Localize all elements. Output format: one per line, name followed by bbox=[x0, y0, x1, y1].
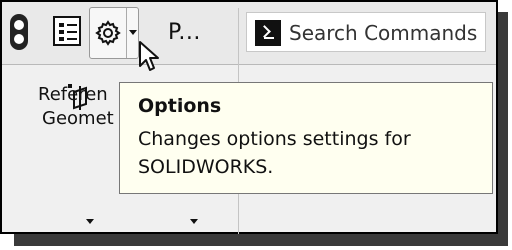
search-commands-field[interactable]: Search Commands bbox=[246, 12, 486, 52]
solidworks-window: P... Search Commands Referen Geomet Opti… bbox=[0, 0, 498, 234]
gear-icon bbox=[95, 20, 121, 46]
tooltip-description: Changes options settings for SOLIDWORKS. bbox=[138, 128, 411, 178]
tooltip-title: Options bbox=[138, 95, 222, 117]
terminal-icon bbox=[255, 20, 281, 46]
top-toolbar: P... Search Commands bbox=[2, 2, 496, 65]
options-tooltip: Options Changes options settings for SOL… bbox=[119, 82, 493, 194]
search-placeholder: Search Commands bbox=[289, 21, 478, 45]
options-button-group[interactable] bbox=[89, 7, 139, 59]
property-manager-icon[interactable] bbox=[53, 16, 81, 46]
options-button[interactable] bbox=[90, 8, 126, 58]
mouse-cursor-icon bbox=[139, 41, 159, 71]
reference-geometry-dropdown[interactable] bbox=[86, 219, 94, 224]
curves-dropdown[interactable] bbox=[190, 219, 198, 224]
reference-geometry-label-line1[interactable]: Referen bbox=[38, 82, 108, 108]
truncated-menu-label[interactable]: P... bbox=[168, 20, 201, 45]
traffic-light-icon[interactable] bbox=[10, 14, 28, 50]
reference-geometry-label-line2[interactable]: Geomet bbox=[42, 108, 114, 129]
